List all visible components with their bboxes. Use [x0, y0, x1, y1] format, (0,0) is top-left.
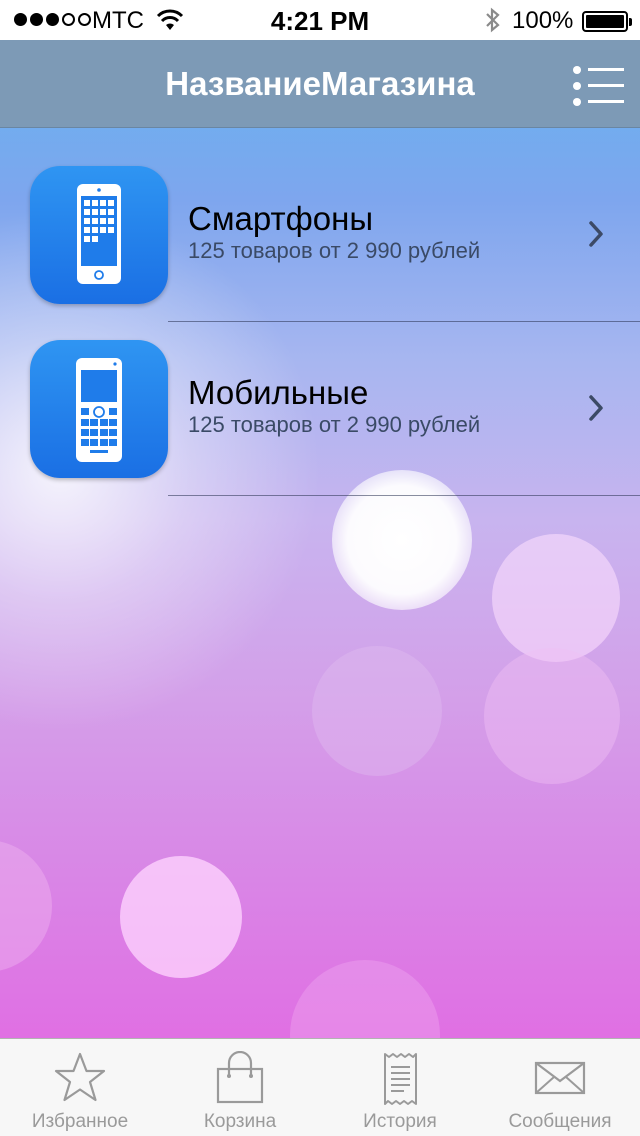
bokeh-light — [0, 840, 52, 972]
category-subtitle: 125 товаров от 2 990 рублей — [188, 412, 481, 437]
category-subtitle: 125 товаров от 2 990 рублей — [188, 238, 481, 263]
bluetooth-icon — [486, 7, 500, 33]
bokeh-light — [492, 534, 620, 662]
status-bar: МТС 4:21 PM 100% — [0, 0, 640, 40]
star-icon — [54, 1052, 106, 1102]
envelope-icon — [534, 1061, 586, 1095]
category-title: Мобильные — [188, 374, 369, 411]
store-title: НазваниеМагазина — [165, 65, 475, 102]
bokeh-light — [484, 648, 620, 784]
tab-cart[interactable]: Корзина — [160, 1039, 320, 1136]
tab-bar: Избранное Корзина История Сообщения — [0, 1038, 640, 1136]
smartphone-icon — [30, 166, 168, 304]
category-row-smartphones[interactable]: Смартфоны 125 товаров от 2 990 рублей — [0, 130, 640, 322]
tab-label: Сообщения — [508, 1111, 612, 1132]
bokeh-light — [332, 470, 472, 610]
battery-icon — [582, 11, 632, 32]
tab-history[interactable]: История — [320, 1039, 480, 1136]
tab-label: Корзина — [203, 1111, 277, 1132]
tab-label: История — [363, 1111, 437, 1132]
list-menu-icon[interactable] — [572, 66, 626, 106]
bag-icon — [216, 1051, 264, 1104]
chevron-right-icon — [589, 395, 603, 421]
app-screen: МТС 4:21 PM 100% НазваниеМагазина Смартф… — [0, 0, 640, 1136]
bokeh-light — [120, 856, 242, 978]
battery-percent: 100% — [512, 7, 574, 34]
tab-label: Избранное — [31, 1111, 129, 1132]
tab-messages[interactable]: Сообщения — [480, 1039, 640, 1136]
chevron-right-icon — [589, 221, 603, 247]
bokeh-light — [312, 646, 442, 776]
navigation-bar: НазваниеМагазина — [0, 40, 640, 128]
mobile-phone-icon — [30, 340, 168, 478]
category-title: Смартфоны — [188, 200, 374, 237]
tab-favorites[interactable]: Избранное — [0, 1039, 160, 1136]
row-divider — [168, 495, 640, 496]
receipt-icon — [384, 1053, 417, 1105]
category-row-mobile[interactable]: Мобильные 125 товаров от 2 990 рублей — [0, 304, 640, 496]
